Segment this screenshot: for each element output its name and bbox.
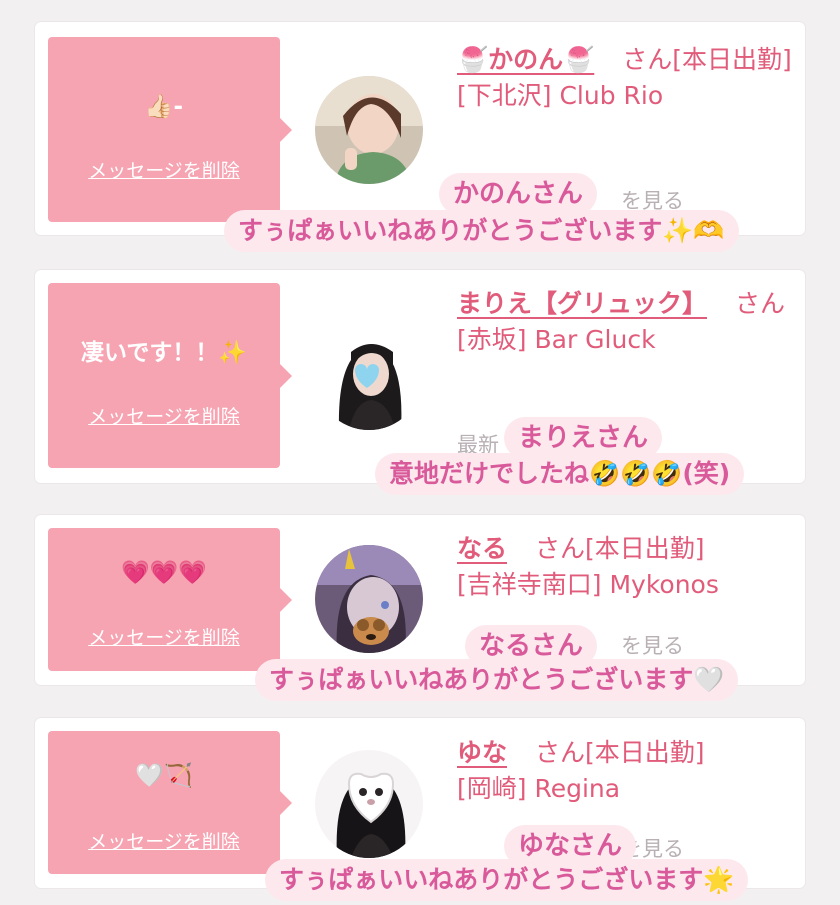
delete-message-link[interactable]: メッセージを削除 (48, 158, 280, 184)
avatar[interactable] (315, 76, 423, 184)
attendance-status: [本日出勤] (585, 534, 705, 563)
cast-info: なる さん[本日出勤] [吉祥寺南口] Mykonos (457, 531, 792, 603)
attendance-status: [本日出勤] (585, 738, 705, 767)
message-card: 💗💗💗 メッセージを削除 なる さん[本日出勤] [吉祥寺南口] Mykonos … (35, 515, 805, 701)
message-box: 💗💗💗 メッセージを削除 (48, 528, 292, 671)
avatar[interactable] (315, 750, 423, 858)
message-box: 👍🏻- メッセージを削除 (48, 37, 292, 222)
delete-message-link[interactable]: メッセージを削除 (48, 625, 280, 651)
message-text: 凄いです！！✨ (81, 340, 247, 366)
avatar[interactable] (315, 545, 423, 653)
store-area: [赤坂] (457, 325, 527, 354)
cast-info: まりえ【グリュック】 さん [赤坂] Bar Gluck (457, 286, 792, 358)
store-name: Regina (534, 774, 621, 803)
delete-message-link[interactable]: メッセージを削除 (48, 829, 280, 855)
attendance-status: [本日出勤] (672, 45, 792, 74)
message-text: 💗💗💗 (121, 560, 207, 586)
delete-message-link[interactable]: メッセージを削除 (48, 404, 280, 430)
overlay-message-caption: すぅぱぁいいねありがとうございます✨🫶 (224, 210, 739, 252)
see-more-link[interactable]: を見る (621, 633, 684, 659)
message-box: 🤍🏹 メッセージを削除 (48, 731, 292, 874)
store-area: [吉祥寺南口] (457, 570, 602, 599)
message-card: 🤍🏹 メッセージを削除 ゆな さん[本日出勤] [岡崎] Regina を見る ゆ… (35, 718, 805, 901)
honorific: さん (535, 534, 586, 563)
overlay-message-caption: 意地だけでしたね🤣🤣🤣(笑) (375, 453, 745, 495)
cast-name-link[interactable]: ゆな (457, 738, 507, 767)
message-card: 凄いです！！✨ メッセージを削除 まりえ【グリュック】 さん [赤坂] Bar G… (35, 270, 805, 495)
cast-info: ゆな さん[本日出勤] [岡崎] Regina (457, 735, 792, 807)
honorific: さん (735, 289, 786, 318)
store-name: Club Rio (559, 81, 664, 110)
message-text: 👍🏻- (144, 94, 184, 120)
cast-name-link[interactable]: 🍧かのん🍧 (457, 45, 594, 74)
message-text: 🤍🏹 (135, 763, 193, 789)
store-area: [岡崎] (457, 774, 527, 803)
overlay-message-caption: すぅぱぁいいねありがとうございます🌟 (265, 859, 749, 901)
store-area: [下北沢] (457, 81, 552, 110)
avatar[interactable] (315, 322, 423, 430)
cast-name-link[interactable]: まりえ【グリュック】 (457, 289, 707, 318)
cast-info: 🍧かのん🍧 さん[本日出勤] [下北沢] Club Rio (457, 42, 792, 114)
overlay-name-caption: かのんさん (439, 173, 598, 215)
message-card: 👍🏻- メッセージを削除 🍧かのん🍧 さん[本日出勤] [下北沢] Club Ri… (35, 22, 805, 252)
store-name: Mykonos (609, 570, 719, 599)
cast-name-link[interactable]: なる (457, 534, 507, 563)
honorific: さん (622, 45, 673, 74)
honorific: さん (535, 738, 586, 767)
message-box: 凄いです！！✨ メッセージを削除 (48, 283, 292, 468)
overlay-message-caption: すぅぱぁいいねありがとうございます🤍 (255, 659, 739, 701)
store-name: Bar Gluck (534, 325, 656, 354)
